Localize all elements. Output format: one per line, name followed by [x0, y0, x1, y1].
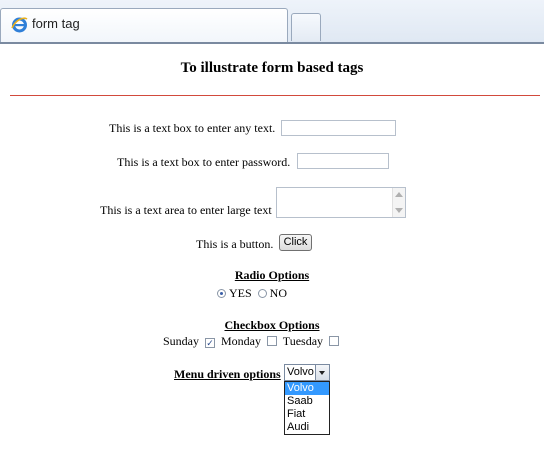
checkbox-tuesday-label: Tuesday [282, 334, 324, 348]
menu-selected-value: Volvo [287, 366, 314, 378]
scroll-down-icon[interactable] [395, 208, 403, 213]
checkbox-sunday[interactable]: ✓ [205, 338, 215, 348]
browser-tab-bar: form tag [0, 0, 544, 44]
checkbox-title: Checkbox Options [224, 318, 320, 332]
radio-no-label: NO [269, 286, 288, 300]
checkbox-tuesday[interactable] [329, 336, 340, 346]
button-label: This is a button. [196, 237, 274, 251]
menu-label: Menu driven options [174, 367, 281, 381]
checkbox-monday-label: Monday [221, 334, 261, 348]
checkbox-sunday-label: Sunday [163, 334, 199, 348]
textarea-label: This is a text area to enter large text [100, 203, 272, 217]
textarea-row: This is a text area to enter large text [100, 203, 272, 218]
scroll-up-icon[interactable] [395, 192, 403, 197]
tab-title: form tag [32, 16, 80, 31]
horizontal-rule [10, 95, 540, 96]
text-input[interactable] [281, 120, 396, 136]
radio-yes-label: YES [229, 286, 252, 300]
click-button[interactable]: Click [279, 234, 312, 251]
textarea-input[interactable] [276, 187, 406, 218]
password-input[interactable] [297, 153, 389, 169]
menu-option-audi[interactable]: Audi [285, 421, 329, 434]
checkbox-monday[interactable] [267, 336, 277, 346]
password-label: This is a text box to enter password. [117, 155, 291, 169]
menu-option-fiat[interactable]: Fiat [285, 408, 329, 421]
menu-select[interactable]: Volvo [284, 364, 330, 381]
button-row: This is a button. [196, 237, 273, 252]
radio-group: YES NO [214, 286, 287, 301]
radio-yes[interactable] [217, 289, 226, 298]
radio-title: Radio Options [234, 268, 310, 282]
menu-option-saab[interactable]: Saab [285, 395, 329, 408]
password-row: This is a text box to enter password. [117, 155, 290, 170]
menu-dropdown-list: Volvo Saab Fiat Audi [284, 381, 330, 435]
tab-divider [0, 42, 544, 44]
textarea-scrollbar[interactable] [392, 188, 405, 217]
menu-option-volvo[interactable]: Volvo [285, 382, 329, 395]
ie-icon [11, 17, 28, 33]
text-label: This is a text box to enter any text. [109, 121, 276, 135]
checkbox-group: Sunday ✓ Monday Tuesday [163, 334, 342, 349]
browser-tab[interactable]: form tag [0, 8, 288, 42]
chevron-down-icon[interactable] [315, 365, 329, 380]
text-row: This is a text box to enter any text. [109, 121, 275, 136]
new-tab-button[interactable] [291, 13, 321, 41]
page-heading: To illustrate form based tags [180, 60, 364, 76]
radio-no[interactable] [257, 289, 267, 298]
